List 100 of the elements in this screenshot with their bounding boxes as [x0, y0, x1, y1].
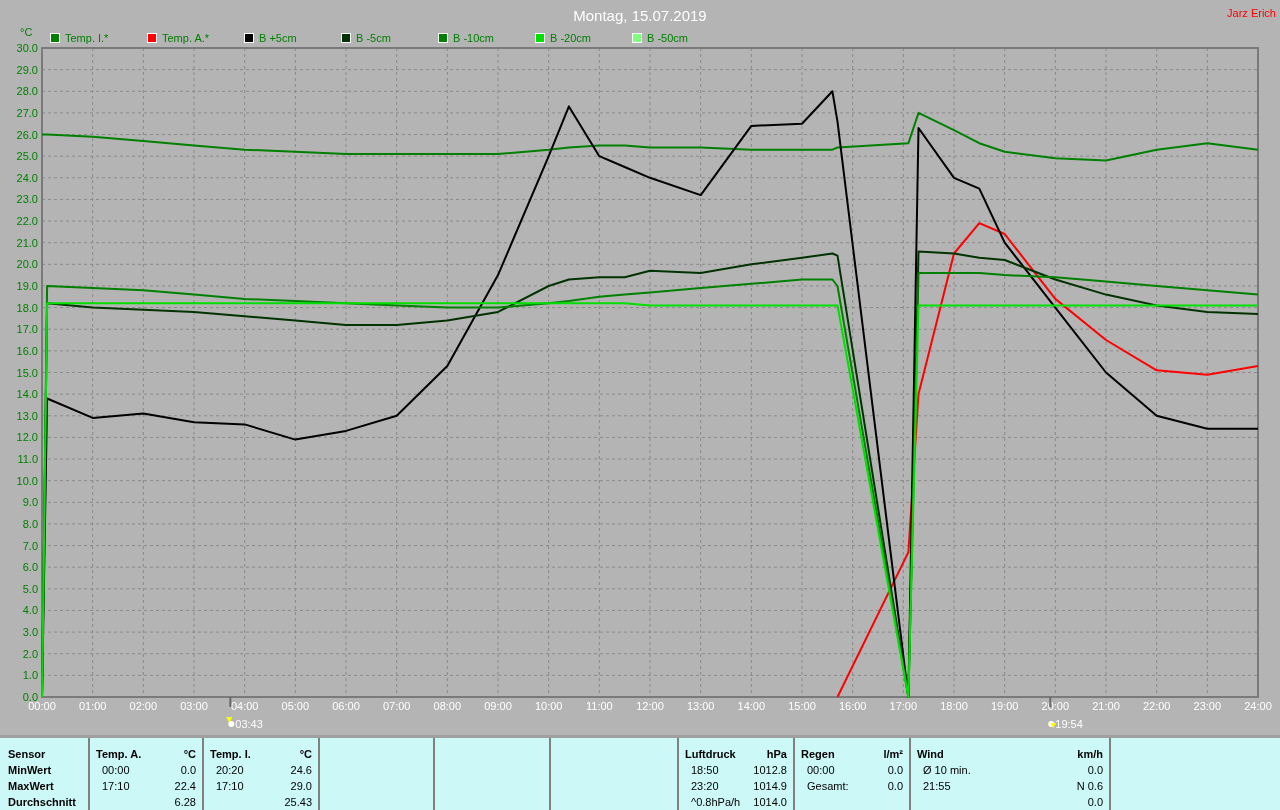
y-tick-label: 26.0 — [16, 128, 38, 141]
stat-value: 24.6 — [289, 763, 312, 778]
x-tick-label: 10:00 — [534, 700, 563, 712]
y-tick-label: 13.0 — [16, 409, 38, 422]
x-tick-label: 07:00 — [382, 700, 411, 712]
stat-header: Luftdruck — [685, 747, 737, 762]
x-tick-label: 16:00 — [838, 700, 867, 712]
y-tick-label: 4.0 — [22, 604, 38, 617]
stat-cell-text: 23:20 — [690, 779, 720, 794]
y-tick-label: 9.0 — [22, 496, 38, 509]
legend-label: Temp. A.* — [162, 31, 210, 46]
x-tick-label: 12:00 — [636, 700, 664, 712]
y-tick-label: 20.0 — [16, 258, 38, 271]
x-tick-label: 23:00 — [1193, 700, 1222, 712]
unit-label: °C — [20, 25, 33, 40]
y-tick-label: 14.0 — [16, 388, 38, 401]
legend-label: Temp. I.* — [65, 31, 109, 46]
sunset-icon — [1048, 721, 1057, 728]
y-tick-label: 30.0 — [16, 42, 38, 54]
x-tick-label: 06:00 — [332, 700, 360, 712]
stat-unit: °C — [182, 747, 196, 762]
y-tick-label: 22.0 — [16, 215, 38, 228]
stat-cell-text: ^0.8hPa/h — [690, 795, 742, 810]
x-tick-label: 18:00 — [940, 700, 968, 712]
stat-cell-text: Gesamt: — [806, 779, 850, 794]
stat-value: 6.28 — [174, 795, 196, 810]
stat-cell-text: 17:10 — [215, 779, 245, 794]
stat-cell-text: 00:00 — [806, 763, 836, 778]
stat-value: 0.0 — [886, 779, 903, 794]
y-tick-label: 7.0 — [22, 539, 38, 552]
stat-header: Regen — [801, 747, 836, 762]
y-tick-label: 2.0 — [22, 647, 38, 660]
y-tick-label: 23.0 — [16, 193, 38, 206]
legend-label: B +5cm — [259, 31, 297, 46]
stat-unit: l/m² — [883, 747, 903, 762]
x-tick-label: 13:00 — [686, 700, 715, 712]
stat-value: 1014.0 — [753, 795, 787, 810]
sun-time-label: 19:54 — [1055, 718, 1083, 730]
stat-header: Temp. I. — [210, 747, 252, 762]
stat-cell-text: 20:20 — [215, 763, 245, 778]
x-tick-label: 04:00 — [230, 700, 259, 712]
stat-cell-text: 18:50 — [690, 763, 720, 778]
y-tick-label: 27.0 — [16, 106, 38, 119]
x-tick-label: 01:00 — [78, 700, 107, 712]
y-tick-label: 6.0 — [22, 561, 38, 574]
stat-unit: hPa — [765, 747, 787, 762]
y-tick-label: 25.0 — [16, 150, 38, 163]
row-label: Sensor — [8, 747, 47, 762]
y-tick-label: 28.0 — [16, 85, 38, 98]
y-tick-label: 18.0 — [16, 301, 38, 314]
stat-cell-text: 17:10 — [101, 779, 131, 794]
y-tick-label: 11.0 — [17, 453, 38, 466]
y-tick-label: 1.0 — [22, 669, 38, 682]
x-tick-label: 21:00 — [1092, 700, 1120, 712]
stat-value: 1014.9 — [753, 779, 787, 794]
x-tick-label: 05:00 — [281, 700, 310, 712]
x-tick-label: 20:00 — [1041, 700, 1070, 712]
y-tick-label: 12.0 — [16, 431, 38, 444]
x-tick-label: 22:00 — [1142, 700, 1171, 712]
stat-value: 1012.8 — [753, 763, 787, 778]
stat-cell-text: 00:00 — [101, 763, 131, 778]
stat-value: 29.0 — [289, 779, 312, 794]
row-label: MinWert — [8, 763, 53, 778]
y-tick-label: 17.0 — [16, 323, 38, 336]
x-tick-label: 03:00 — [180, 700, 208, 712]
x-tick-label: 14:00 — [737, 700, 766, 712]
x-tick-label: 15:00 — [788, 700, 816, 712]
stat-value: 0.0 — [886, 763, 903, 778]
row-label: Durchschnitt — [8, 795, 77, 810]
stat-unit: °C — [298, 747, 312, 762]
y-tick-label: 3.0 — [22, 626, 38, 639]
stat-header: Temp. A. — [96, 747, 143, 762]
y-tick-label: 29.0 — [16, 63, 38, 76]
y-tick-label: 8.0 — [22, 517, 38, 530]
stat-header: Wind — [917, 747, 945, 762]
x-tick-label: 17:00 — [889, 700, 918, 712]
stat-value: 25.43 — [284, 795, 312, 810]
x-tick-label: 00:00 — [28, 700, 56, 712]
x-tick-label: 11:00 — [585, 700, 613, 712]
x-tick-label: 19:00 — [990, 700, 1019, 712]
legend-label: B -10cm — [453, 31, 494, 46]
x-tick-label: 08:00 — [433, 700, 462, 712]
x-tick-label: 24:00 — [1244, 700, 1272, 712]
y-tick-label: 10.0 — [16, 474, 38, 487]
sun-time-label: 03:43 — [235, 718, 263, 730]
stat-value: 0.0 — [179, 763, 196, 778]
stat-value: 0.0 — [1086, 763, 1103, 778]
stat-value: 0.0 — [1086, 795, 1103, 810]
stat-unit: km/h — [1076, 747, 1103, 762]
y-tick-label: 24.0 — [16, 171, 38, 184]
y-tick-label: 15.0 — [16, 366, 38, 379]
chart-title: Montag, 15.07.2019 — [573, 6, 707, 26]
row-label: MaxWert — [8, 779, 55, 794]
y-tick-label: 5.0 — [22, 582, 38, 595]
y-tick-label: 0.0 — [22, 691, 38, 703]
y-tick-label: 19.0 — [16, 279, 38, 292]
legend-label: B -20cm — [550, 31, 591, 46]
user-name: Jarz Erich — [1227, 6, 1276, 21]
sunrise-icon — [226, 717, 235, 727]
stat-value: 22.4 — [174, 779, 196, 794]
